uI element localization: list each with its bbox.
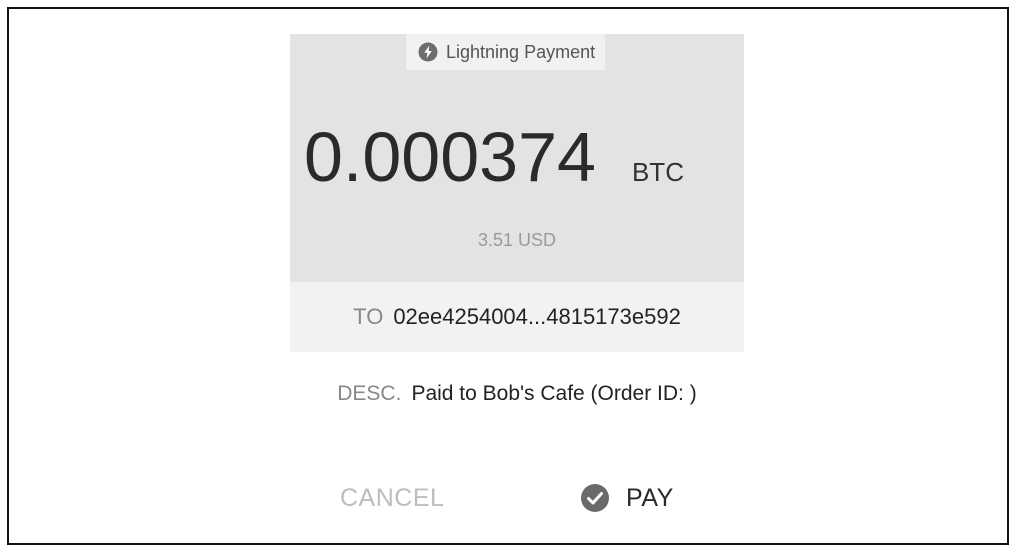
payment-dialog: Lightning Payment 0.000374 BTC 3.51 USD … xyxy=(7,7,1009,545)
description-value: Paid to Bob's Cafe (Order ID: ) xyxy=(411,382,697,405)
amount-panel: Lightning Payment 0.000374 BTC 3.51 USD xyxy=(290,34,744,282)
payment-type-badge: Lightning Payment xyxy=(406,34,606,70)
recipient-node-id: 02ee4254004...4815173e592 xyxy=(393,304,681,329)
recipient-row: TO 02ee4254004...4815173e592 xyxy=(290,282,744,352)
recipient-label: TO xyxy=(353,304,384,329)
lightning-bolt-icon xyxy=(418,42,438,62)
pay-button[interactable]: PAY xyxy=(580,476,674,520)
check-circle-icon xyxy=(581,484,609,512)
action-bar: CANCEL PAY xyxy=(290,476,744,520)
cancel-button-label: CANCEL xyxy=(340,483,445,512)
pay-button-label: PAY xyxy=(626,483,674,512)
cancel-button[interactable]: CANCEL xyxy=(340,476,444,520)
amount-row: 0.000374 BTC xyxy=(304,122,684,192)
description-label: DESC. xyxy=(337,382,402,405)
amount-value: 0.000374 xyxy=(304,118,596,196)
amount-unit: BTC xyxy=(631,157,684,187)
payment-type-label: Lightning Payment xyxy=(446,41,596,62)
fiat-amount: 3.51 USD xyxy=(477,230,557,250)
description-row: DESC. Paid to Bob's Cafe (Order ID: ) xyxy=(290,374,744,414)
